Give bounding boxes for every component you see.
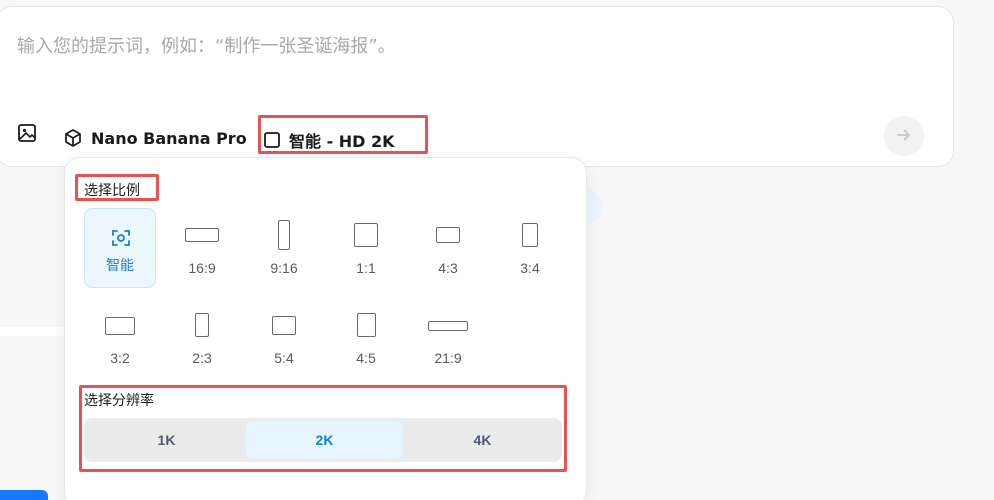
model-label: Nano Banana Pro xyxy=(91,128,247,148)
ratio-option-smart[interactable]: 智能 xyxy=(84,208,156,288)
background-strip xyxy=(0,327,64,336)
image-upload-button[interactable] xyxy=(17,123,37,143)
ratio-shape xyxy=(105,317,135,335)
ratio-shape xyxy=(522,223,538,247)
ratio-option-4-3[interactable]: 4:3 xyxy=(412,208,484,288)
background-button-edge xyxy=(0,490,48,500)
send-button[interactable] xyxy=(884,116,924,156)
ratio-shape xyxy=(185,228,219,242)
ratio-option-5-4[interactable]: 5:4 xyxy=(248,298,320,378)
ratio-shape xyxy=(436,227,460,243)
cube-icon xyxy=(63,128,83,148)
arrow-right-icon xyxy=(895,126,913,147)
ratio-option-2-3[interactable]: 2:3 xyxy=(166,298,238,378)
ratio-section-title: 选择比例 xyxy=(84,183,140,199)
quality-selector[interactable]: 智能 - HD 2K xyxy=(263,128,395,152)
square-icon xyxy=(263,131,281,149)
prompt-card: Nano Banana Pro 智能 - HD 2K xyxy=(0,6,954,167)
ratio-option-3-4[interactable]: 3:4 xyxy=(494,208,566,288)
quality-label: 智能 - HD 2K xyxy=(289,132,395,151)
model-selector[interactable]: Nano Banana Pro xyxy=(63,128,247,148)
focus-icon xyxy=(110,227,132,254)
resolution-option-4k[interactable]: 4K xyxy=(404,421,561,459)
ratio-label: 21:9 xyxy=(434,350,462,366)
ratio-label: 5:4 xyxy=(274,350,294,366)
resolution-option-1k[interactable]: 1K xyxy=(88,421,245,459)
resolution-section-title: 选择分辨率 xyxy=(84,393,154,409)
ratio-option-16-9[interactable]: 16:9 xyxy=(166,208,238,288)
ratio-shape xyxy=(428,321,468,331)
image-icon xyxy=(17,123,37,143)
ratio-option-3-2[interactable]: 3:2 xyxy=(84,298,156,378)
ratio-shape xyxy=(272,316,296,335)
ratio-shape xyxy=(278,220,290,250)
ratio-option-21-9[interactable]: 21:9 xyxy=(412,298,484,378)
ratio-option-1-1[interactable]: 1:1 xyxy=(330,208,402,288)
ratio-label: 3:2 xyxy=(110,350,130,366)
ratio-option-4-5[interactable]: 4:5 xyxy=(330,298,402,378)
ratio-label: 2:3 xyxy=(192,350,212,366)
resolution-segmented-control: 1K 2K 4K xyxy=(84,418,562,462)
ratio-shape xyxy=(357,313,376,337)
resolution-option-2k[interactable]: 2K xyxy=(246,421,403,459)
ratio-label: 9:16 xyxy=(270,260,298,276)
ratio-label: 智能 xyxy=(106,258,134,274)
ratio-label: 16:9 xyxy=(188,260,216,276)
ratio-label: 3:4 xyxy=(520,260,540,276)
ratio-label: 1:1 xyxy=(356,260,376,276)
ratio-label: 4:5 xyxy=(356,350,376,366)
ratio-shape xyxy=(195,313,209,337)
ratio-shape xyxy=(354,223,378,247)
prompt-input[interactable] xyxy=(17,31,917,61)
ratio-option-9-16[interactable]: 9:16 xyxy=(248,208,320,288)
ratio-label: 4:3 xyxy=(438,260,458,276)
